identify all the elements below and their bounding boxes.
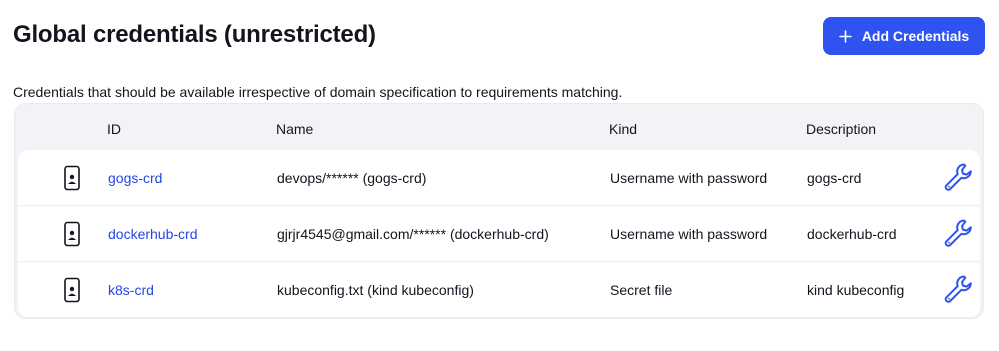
add-credentials-label: Add Credentials (861, 28, 970, 44)
mobile-device-icon (64, 165, 80, 191)
credentials-table: ID Name Kind Description gogs-crd devops… (14, 103, 984, 319)
credential-description: kind kubeconfig (807, 282, 905, 298)
mobile-device-icon (64, 277, 80, 303)
credential-id-link[interactable]: gogs-crd (108, 170, 162, 186)
wrench-icon[interactable] (941, 160, 975, 194)
credential-id-link[interactable]: k8s-crd (108, 282, 154, 298)
column-header-id: ID (107, 121, 121, 137)
column-header-description: Description (806, 121, 877, 137)
table-row: k8s-crd kubeconfig.txt (kind kubeconfig)… (18, 262, 980, 317)
column-header-kind: Kind (609, 121, 638, 137)
credential-name: kubeconfig.txt (kind kubeconfig) (277, 282, 474, 298)
credential-kind: Username with password (610, 170, 768, 186)
credential-kind: Username with password (610, 226, 768, 242)
credential-name: gjrjr4545@gmail.com/****** (dockerhub-cr… (277, 226, 549, 242)
page-title: Global credentials (unrestricted) (13, 21, 376, 48)
page-description: Credentials that should be available irr… (13, 84, 623, 100)
credential-description: gogs-crd (807, 170, 862, 186)
credential-description: dockerhub-crd (807, 226, 897, 242)
table-row: gogs-crd devops/****** (gogs-crd) Userna… (18, 150, 980, 205)
add-credentials-button[interactable]: Add Credentials (823, 17, 985, 55)
table-row: dockerhub-crd gjrjr4545@gmail.com/******… (18, 206, 980, 261)
table-header: ID Name Kind Description (15, 104, 983, 150)
credential-id-link[interactable]: dockerhub-crd (108, 226, 198, 242)
column-header-name: Name (276, 121, 314, 137)
wrench-icon[interactable] (941, 216, 975, 250)
credential-name: devops/****** (gogs-crd) (277, 170, 427, 186)
wrench-icon[interactable] (941, 272, 975, 306)
mobile-device-icon (64, 221, 80, 247)
plus-icon (839, 29, 852, 43)
credential-kind: Secret file (610, 282, 673, 298)
